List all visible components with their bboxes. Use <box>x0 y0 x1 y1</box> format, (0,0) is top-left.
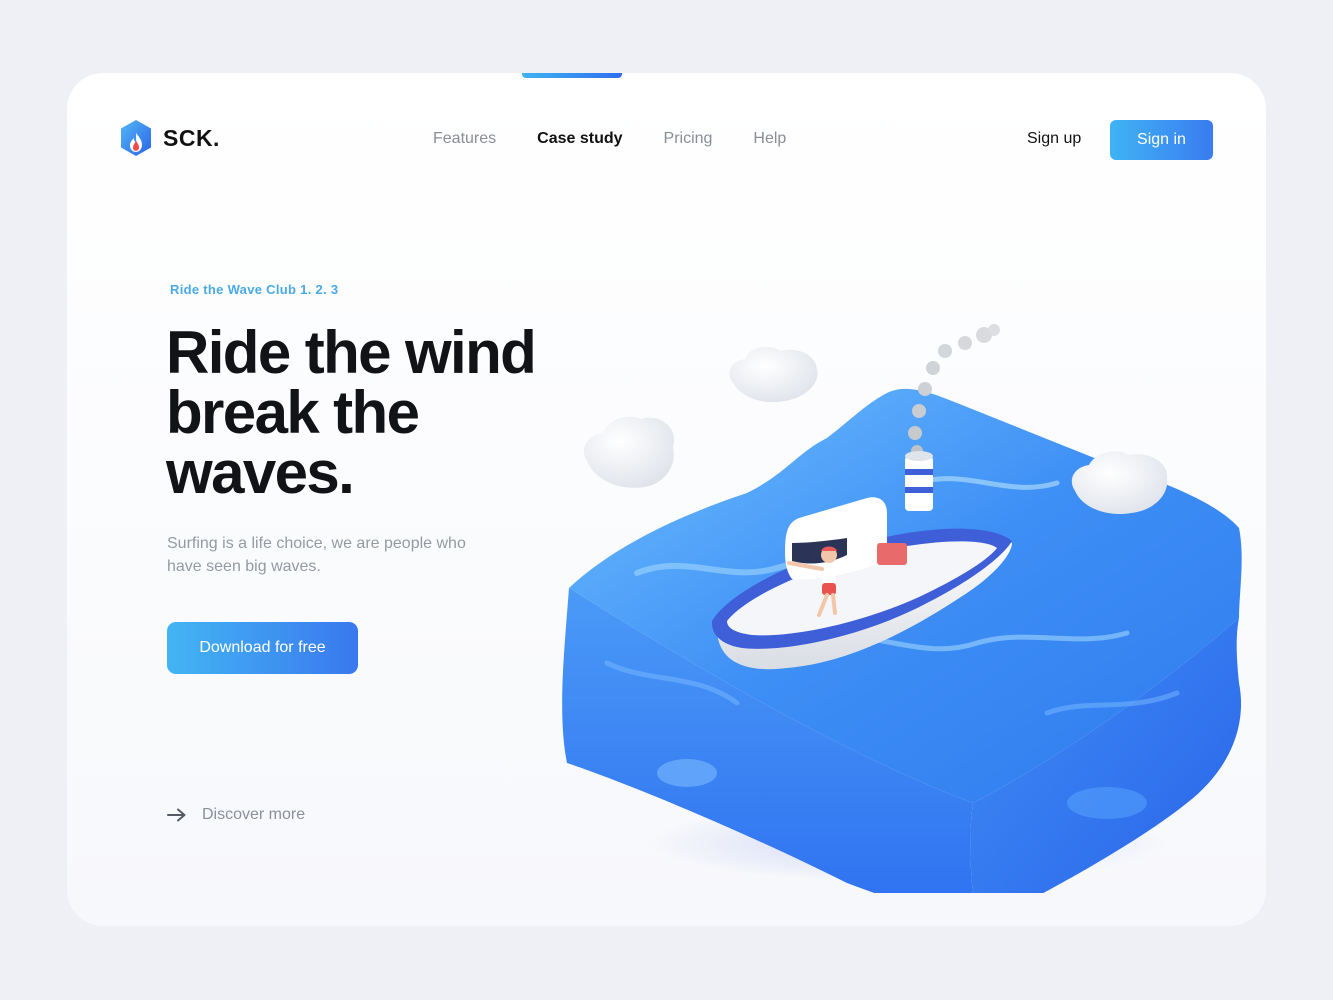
download-button[interactable]: Download for free <box>167 622 358 674</box>
arrow-right-icon <box>167 808 186 822</box>
boat-funnel-stripe <box>905 487 933 493</box>
flame-hexagon-icon <box>121 120 151 156</box>
boat-funnel <box>905 456 933 511</box>
active-tab-indicator <box>522 73 622 78</box>
boat-red-crate <box>877 543 907 565</box>
cloud <box>583 416 675 488</box>
sailor-shorts <box>822 583 836 595</box>
nav-help[interactable]: Help <box>753 130 786 148</box>
smoke-puff <box>988 324 1000 336</box>
discover-more-link[interactable]: Discover more <box>167 806 305 824</box>
sign-up-link[interactable]: Sign up <box>1027 130 1081 148</box>
nav-pricing[interactable]: Pricing <box>664 130 713 148</box>
brand-name: SCK. <box>163 124 220 151</box>
main-nav: Features Case study Pricing Help <box>433 130 827 148</box>
hero-eyebrow: Ride the Wave Club 1. 2. 3 <box>170 282 339 297</box>
smoke-puff <box>912 404 926 418</box>
sailor-body <box>822 563 836 585</box>
discover-more-label: Discover more <box>202 806 306 823</box>
ocean-boat-illustration <box>562 324 1242 893</box>
smoke-puff <box>958 336 972 350</box>
smoke-puff <box>926 361 940 375</box>
water-highlight <box>657 759 717 787</box>
boat-funnel-stripe <box>905 469 933 475</box>
smoke-puff <box>918 382 932 396</box>
smoke-puff <box>908 426 922 440</box>
nav-features[interactable]: Features <box>433 130 496 148</box>
cloud <box>729 346 818 403</box>
nav-case-study[interactable]: Case study <box>537 130 622 148</box>
sign-in-button[interactable]: Sign in <box>1110 120 1213 160</box>
boat-funnel-top <box>905 451 933 461</box>
water-highlight <box>1067 787 1147 819</box>
hero-description: Surfing is a life choice, we are people … <box>167 535 466 575</box>
landing-card: SCK. Features Case study Pricing Help Si… <box>67 73 1266 926</box>
brand-logo[interactable]: SCK. <box>119 119 220 157</box>
smoke-puff <box>938 344 952 358</box>
sailor-leg <box>831 593 837 615</box>
